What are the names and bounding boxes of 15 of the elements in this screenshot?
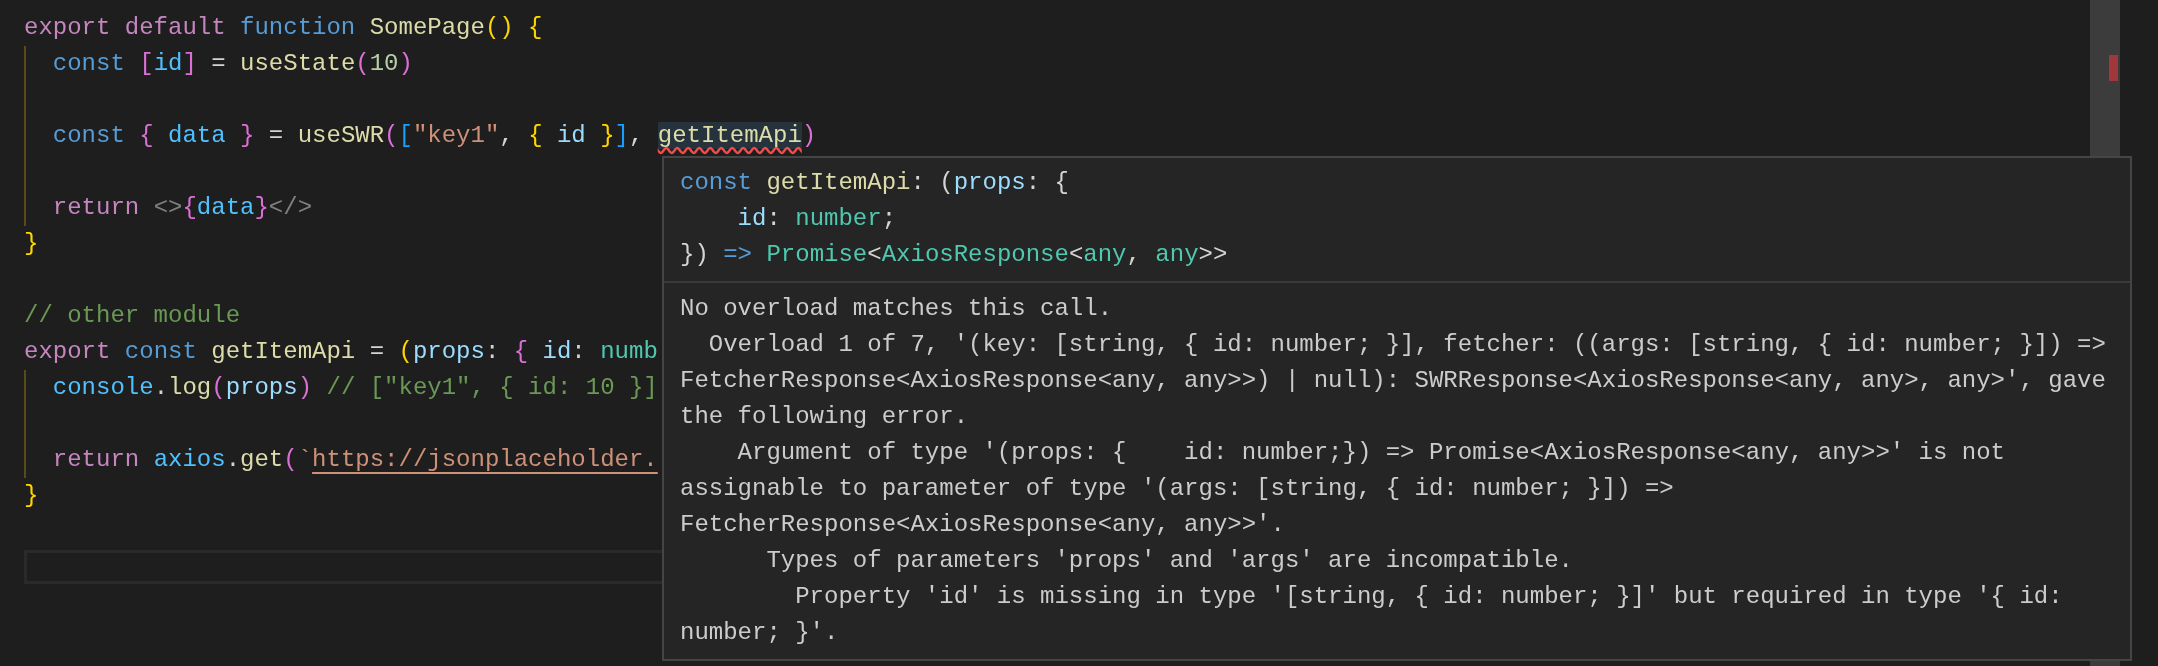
type-signature-line: id: number; (736, 205, 897, 232)
error-message: No overload matches this call. Overload 1 of 7, '(key: [string, { id: number; }], fetcher: ((args: [string, { id: number; }]) => FetcherResponse<AxiosResponse<any, any>>) | null): SWRResponse<AxiosResponse<any, any>, any>', gave the following error. Argument of type '(props: { id: number;}) => Promise<AxiosResponse<any, any>>' is not assignable to parameter of type '(args: [string, { id: number; }]) => FetcherResponse<AxiosResponse<any, any>>'. Types of parameters 'props' and 'args' are incompatible. Property 'id' is missing in type '[string, { id: number; }]' but required in type '{ id: number; }'. (680, 295, 2106, 646)
code-line: return <>{data}</> (52, 193, 313, 223)
code-line: // other module (24, 301, 241, 331)
error-marker (2109, 55, 2118, 81)
code-line: export const getItemApi = (props: { id: numb (24, 337, 658, 367)
code-line: console.log(props) // ["key1", { id: 10 }] (52, 373, 658, 403)
type-signature-line: const getItemApi: (props: { (680, 169, 1069, 196)
code-line: } (24, 481, 39, 511)
code-line: } (24, 229, 39, 259)
type-signature-line: }) => Promise<AxiosResponse<any, any>> (680, 241, 1228, 268)
code-line: export default function SomePage() { (24, 13, 543, 43)
code-line: const { data } = useSWR(["key1", { id }], getItemApi) (52, 121, 817, 151)
code-line: const [id] = useState(10) (52, 49, 413, 79)
code-line: return axios.get(`https://jsonplaceholder. (52, 445, 658, 475)
